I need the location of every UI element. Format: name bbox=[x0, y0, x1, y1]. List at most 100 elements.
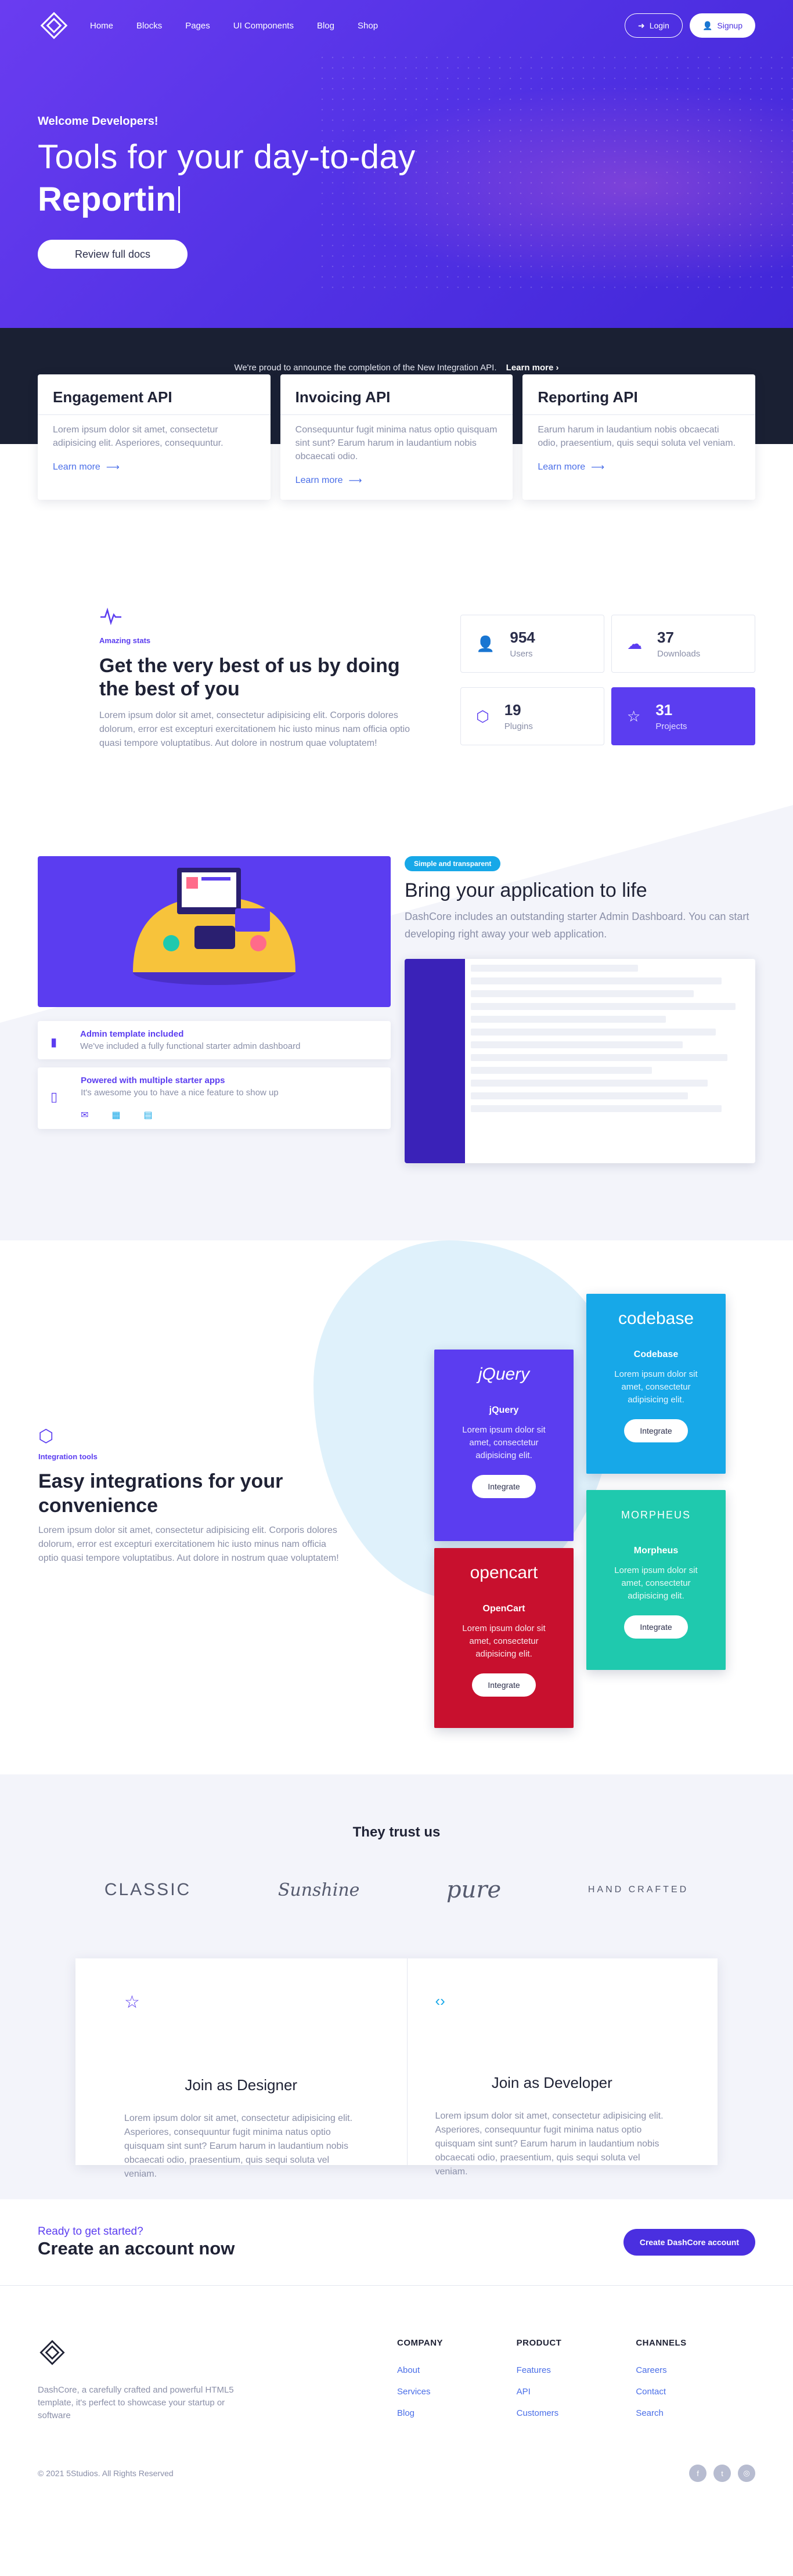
nav-link-blocks[interactable]: Blocks bbox=[136, 21, 162, 31]
footer-link-api[interactable]: API bbox=[517, 2387, 636, 2397]
mail-icon[interactable]: ✉ bbox=[81, 1109, 88, 1121]
stat-value: 954 bbox=[510, 629, 535, 646]
api-card-body: Earum harum in laudantium nobis obcaecat… bbox=[538, 425, 736, 448]
client-logos: CLASSIC Sunshine pure HAND CRAFTED bbox=[61, 1870, 732, 1910]
stat-value: 37 bbox=[657, 629, 674, 646]
integrate-button[interactable]: Integrate bbox=[624, 1615, 688, 1639]
hero-section: Home Blocks Pages UI Components Blog Sho… bbox=[0, 0, 793, 328]
jquery-logo: jQuery bbox=[478, 1365, 530, 1384]
footer-link-blog[interactable]: Blog bbox=[397, 2408, 517, 2418]
integration-name: Codebase bbox=[633, 1350, 679, 1359]
api-card-title: Invoicing API bbox=[295, 388, 391, 406]
classic-logo: CLASSIC bbox=[104, 1880, 192, 1899]
stat-label: Projects bbox=[655, 721, 687, 731]
integrations-section: ⬡ Integration tools Easy integrations fo… bbox=[0, 1240, 793, 1774]
user-plus-icon: 👤 bbox=[702, 20, 713, 30]
stat-projects: ☆ 31 Projects bbox=[611, 687, 755, 745]
announcement-text: We're proud to announce the completion o… bbox=[234, 363, 497, 373]
morpheus-logo: MORPHEUS bbox=[621, 1509, 691, 1521]
integrate-button[interactable]: Integrate bbox=[472, 1673, 536, 1697]
hero-title-line2: Reportin bbox=[38, 180, 755, 219]
login-label: Login bbox=[649, 21, 669, 30]
footer-link-careers[interactable]: Careers bbox=[636, 2365, 755, 2375]
create-account-button[interactable]: Create DashCore account bbox=[623, 2229, 755, 2256]
instagram-icon[interactable]: ◎ bbox=[738, 2465, 755, 2482]
nav-link-pages[interactable]: Pages bbox=[185, 21, 210, 31]
footer-col-title: CHANNELS bbox=[636, 2338, 687, 2348]
cta-small-text: Ready to get started? bbox=[38, 2225, 143, 2238]
app-title: Bring your application to life bbox=[405, 879, 647, 901]
code-icon: ‹› bbox=[435, 1992, 445, 2009]
stat-plugins: ⬡ 19 Plugins bbox=[460, 687, 604, 745]
integration-body: Lorem ipsum dolor sit amet, consectetur … bbox=[462, 1623, 546, 1659]
trust-section: They trust us CLASSIC Sunshine pure HAND… bbox=[0, 1774, 793, 2199]
pure-logo: pure bbox=[446, 1877, 502, 1903]
api-card-title: Engagement API bbox=[53, 388, 172, 406]
api-card-learn-more-link[interactable]: Learn more ⟶ bbox=[538, 461, 740, 473]
api-card-learn-more-link[interactable]: Learn more ⟶ bbox=[53, 461, 255, 473]
footer-col-channels: CHANNELS Careers Contact Search bbox=[636, 2338, 755, 2430]
footer-col-product: PRODUCT Features API Customers bbox=[517, 2338, 636, 2430]
twitter-icon[interactable]: t bbox=[713, 2465, 731, 2482]
join-title: Join as Designer bbox=[185, 2076, 298, 2094]
integrate-button[interactable]: Integrate bbox=[472, 1475, 536, 1498]
announcement-line: We're proud to announce the completion o… bbox=[0, 328, 793, 373]
feature-desc: It's awesome you to have a nice feature … bbox=[81, 1088, 279, 1098]
integration-body: Lorem ipsum dolor sit amet, consectetur … bbox=[614, 1565, 698, 1601]
hero-welcome: Welcome Developers! bbox=[38, 115, 158, 128]
dashboard-illustration bbox=[38, 856, 391, 1007]
join-body: Lorem ipsum dolor sit amet, consectetur … bbox=[124, 2113, 353, 2179]
integration-body: Lorem ipsum dolor sit amet, consectetur … bbox=[462, 1425, 546, 1460]
logo-icon[interactable] bbox=[38, 9, 70, 42]
footer-col-title: COMPANY bbox=[396, 2338, 444, 2348]
opencart-logo: opencart bbox=[470, 1563, 538, 1582]
integration-name: Morpheus bbox=[633, 1546, 679, 1556]
footer-link-services[interactable]: Services bbox=[397, 2387, 517, 2397]
footer-logo-icon[interactable] bbox=[38, 2338, 67, 2367]
nav-link-ui-components[interactable]: UI Components bbox=[233, 21, 294, 31]
integration-name: jQuery bbox=[489, 1405, 519, 1415]
sunshine-logo: Sunshine bbox=[277, 1879, 360, 1900]
api-card-invoicing: Invoicing API Consequuntur fugit minima … bbox=[280, 374, 513, 500]
app-section: ▮ Admin template included We've included… bbox=[0, 805, 793, 1240]
facebook-icon[interactable]: f bbox=[689, 2465, 707, 2482]
app-badge: Simple and transparent bbox=[405, 856, 501, 871]
footer-link-about[interactable]: About bbox=[397, 2365, 517, 2375]
footer-link-features[interactable]: Features bbox=[517, 2365, 636, 2375]
login-button[interactable]: ➜ Login bbox=[624, 13, 683, 38]
footer-col-title: PRODUCT bbox=[516, 2338, 562, 2348]
integration-card-jquery: jQuery jQuery Lorem ipsum dolor sit amet… bbox=[434, 1350, 574, 1541]
footer-link-search[interactable]: Search bbox=[636, 2408, 755, 2418]
feature-title: Powered with multiple starter apps bbox=[81, 1076, 225, 1085]
api-cards: Engagement API Lorem ipsum dolor sit ame… bbox=[38, 374, 756, 500]
nav-link-home[interactable]: Home bbox=[90, 21, 113, 31]
join-box: ☆ Join as Designer Lorem ipsum dolor sit… bbox=[75, 1958, 718, 2179]
integrate-button[interactable]: Integrate bbox=[624, 1419, 688, 1442]
arrow-right-icon: ⟶ bbox=[106, 463, 120, 472]
integration-card-opencart: opencart OpenCart Lorem ipsum dolor sit … bbox=[434, 1548, 574, 1728]
calendar-icon[interactable]: ▦ bbox=[112, 1109, 121, 1121]
nav-link-shop[interactable]: Shop bbox=[358, 21, 378, 31]
box-icon: ⬡ bbox=[476, 707, 489, 725]
join-title: Join as Developer bbox=[491, 2074, 612, 2091]
hand-crafted-logo: HAND CRAFTED bbox=[587, 1885, 689, 1895]
footer-about-text: DashCore, a carefully crafted and powerf… bbox=[38, 2385, 234, 2420]
stat-label: Downloads bbox=[657, 649, 701, 659]
signup-button[interactable]: 👤 Signup bbox=[689, 13, 755, 38]
hero-typed-text: Reportin bbox=[38, 181, 176, 218]
nav-link-blog[interactable]: Blog bbox=[317, 21, 334, 31]
signup-label: Signup bbox=[717, 21, 742, 30]
announcement-learn-more-link[interactable]: Learn more › bbox=[506, 363, 559, 373]
api-card-learn-more-link[interactable]: Learn more ⟶ bbox=[295, 475, 498, 486]
copyright: © 2021 5Studios. All Rights Reserved bbox=[38, 2469, 174, 2478]
api-card-engagement: Engagement API Lorem ipsum dolor sit ame… bbox=[38, 374, 271, 500]
footer-link-customers[interactable]: Customers bbox=[517, 2408, 636, 2418]
footer-link-contact[interactable]: Contact bbox=[636, 2387, 755, 2397]
cloud-download-icon: ☁ bbox=[627, 634, 642, 652]
cube-icon: ⬡ bbox=[38, 1427, 54, 1446]
file-icon[interactable]: ▤ bbox=[144, 1109, 153, 1121]
integration-body: Lorem ipsum dolor sit amet, consectetur … bbox=[614, 1369, 698, 1405]
feature-admin-template: ▮ Admin template included We've included… bbox=[38, 1021, 391, 1059]
review-docs-button[interactable]: Review full docs bbox=[38, 240, 188, 269]
feature-starter-apps: ▯ Powered with multiple starter apps It'… bbox=[38, 1067, 391, 1129]
